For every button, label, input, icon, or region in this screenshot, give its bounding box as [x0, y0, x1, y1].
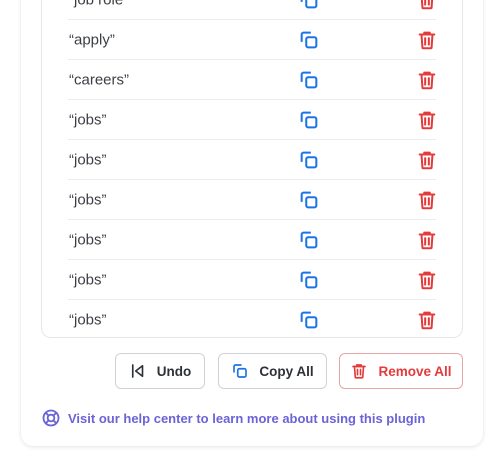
copy-all-button[interactable]: Copy All	[218, 353, 327, 389]
trash-icon[interactable]	[416, 229, 438, 251]
trash-icon[interactable]	[416, 29, 438, 51]
keyword-row: “jobs”	[68, 180, 436, 220]
keyword-label: “jobs”	[69, 191, 107, 208]
keyword-label: “jobs”	[69, 111, 107, 128]
keyword-row: “jobs”	[68, 300, 436, 340]
keyword-label: “job role”	[69, 0, 128, 8]
keyword-list: “job role” “apply” “careers” “jobs” “jobs” “j…	[41, 0, 463, 338]
help-center-link[interactable]: Visit our help center to learn more abou…	[41, 408, 425, 428]
trash-icon[interactable]	[416, 109, 438, 131]
lifebuoy-icon	[41, 408, 61, 428]
undo-button[interactable]: Undo	[115, 353, 205, 389]
keyword-label: “careers”	[69, 71, 130, 88]
copy-icon[interactable]	[298, 69, 320, 91]
trash-icon[interactable]	[416, 0, 438, 11]
trash-icon[interactable]	[416, 69, 438, 91]
remove-all-label: Remove All	[378, 363, 452, 379]
keyword-label: “apply”	[69, 31, 115, 48]
keyword-row: “job role”	[68, 0, 436, 20]
copy-all-label: Copy All	[259, 363, 314, 379]
remove-all-button[interactable]: Remove All	[339, 353, 463, 389]
keyword-row: “jobs”	[68, 100, 436, 140]
keyword-row: “apply”	[68, 20, 436, 60]
undo-icon	[129, 362, 147, 380]
keyword-panel: “job role” “apply” “careers” “jobs” “jobs” “j…	[21, 0, 483, 446]
copy-icon[interactable]	[298, 269, 320, 291]
keyword-row: “jobs”	[68, 260, 436, 300]
copy-icon[interactable]	[298, 229, 320, 251]
trash-icon[interactable]	[416, 189, 438, 211]
copy-icon[interactable]	[298, 29, 320, 51]
keyword-label: “jobs”	[69, 151, 107, 168]
trash-icon	[350, 362, 368, 380]
copy-icon[interactable]	[298, 0, 320, 11]
trash-icon[interactable]	[416, 269, 438, 291]
undo-label: Undo	[156, 363, 192, 379]
help-center-text: Visit our help center to learn more abou…	[68, 410, 426, 426]
keyword-label: “jobs”	[69, 271, 107, 288]
keyword-row: “jobs”	[68, 140, 436, 180]
keyword-row: “jobs”	[68, 220, 436, 260]
trash-icon[interactable]	[416, 309, 438, 331]
keyword-label: “jobs”	[69, 311, 107, 329]
trash-icon[interactable]	[416, 149, 438, 171]
copy-icon[interactable]	[298, 109, 320, 131]
copy-icon[interactable]	[298, 309, 320, 331]
copy-icon	[231, 362, 249, 380]
copy-icon[interactable]	[298, 149, 320, 171]
keyword-row: “careers”	[68, 60, 436, 100]
keyword-label: “jobs”	[69, 231, 107, 248]
copy-icon[interactable]	[298, 189, 320, 211]
